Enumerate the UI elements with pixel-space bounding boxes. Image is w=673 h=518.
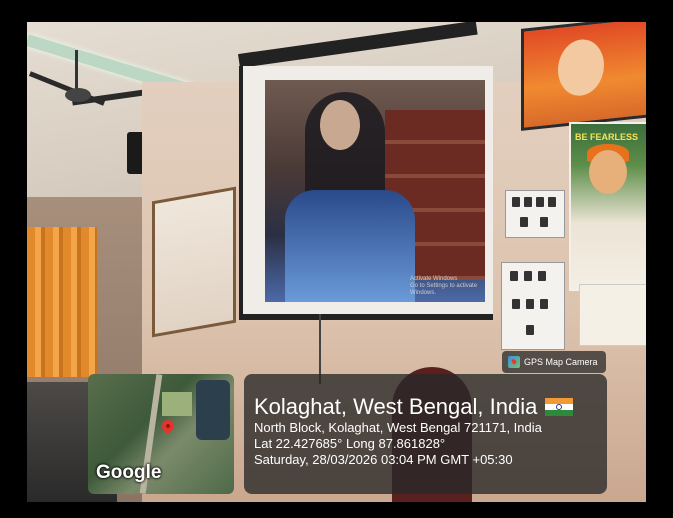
map-pond <box>196 380 230 440</box>
whiteboard <box>152 186 236 338</box>
person-head <box>320 100 360 150</box>
switchboard-upper <box>505 190 565 238</box>
gps-map-camera-badge: GPS Map Camera <box>502 351 606 373</box>
location-coordinates: Lat 22.427685° Long 87.861828° <box>254 436 446 451</box>
location-city: Kolaghat, West Bengal, India <box>254 394 538 419</box>
switch <box>540 299 548 309</box>
switch <box>524 197 532 207</box>
gps-badge-label: GPS Map Camera <box>524 357 598 367</box>
poster-face <box>589 150 627 194</box>
poster-title: BE FEARLESS <box>575 132 639 142</box>
switch <box>526 299 534 309</box>
switch <box>510 271 518 281</box>
satellite-map-thumbnail: Google <box>88 374 234 494</box>
activate-windows-title: Activate Windows <box>410 276 458 282</box>
socket <box>540 217 548 227</box>
activate-windows-subtitle: Go to Settings to activate Windows. <box>410 283 478 296</box>
notice-paper <box>579 284 646 346</box>
switch <box>538 271 546 281</box>
switch <box>548 197 556 207</box>
switch <box>512 197 520 207</box>
city-line: Kolaghat, West Bengal, India <box>254 394 607 420</box>
switchboard-lower <box>501 262 565 350</box>
be-fearless-poster: BE FEARLESS <box>569 122 646 291</box>
location-datetime: Saturday, 28/03/2026 03:04 PM GMT +05:30 <box>254 452 513 467</box>
cartoon-poster <box>521 22 646 131</box>
projected-video-call: Activate Windows Go to Settings to activ… <box>265 80 485 302</box>
cartoon-face <box>558 37 604 98</box>
socket <box>520 217 528 227</box>
india-flag-icon <box>545 398 574 416</box>
window-curtain <box>27 227 97 377</box>
activate-windows-watermark: Activate Windows Go to Settings to activ… <box>410 276 485 297</box>
google-logo: Google <box>96 462 162 483</box>
gps-camera-app-icon <box>508 356 520 368</box>
switch <box>536 197 544 207</box>
ceiling-fan-hub <box>65 88 91 102</box>
map-pin-icon <box>159 417 177 435</box>
switch <box>512 299 520 309</box>
switch <box>524 271 532 281</box>
socket <box>526 325 534 335</box>
location-info-panel: Kolaghat, West Bengal, India North Block… <box>244 374 607 494</box>
person-body <box>285 190 415 302</box>
projector-screen: Activate Windows Go to Settings to activ… <box>239 66 493 320</box>
map-field <box>162 392 192 416</box>
location-address: North Block, Kolaghat, West Bengal 72117… <box>254 420 542 435</box>
